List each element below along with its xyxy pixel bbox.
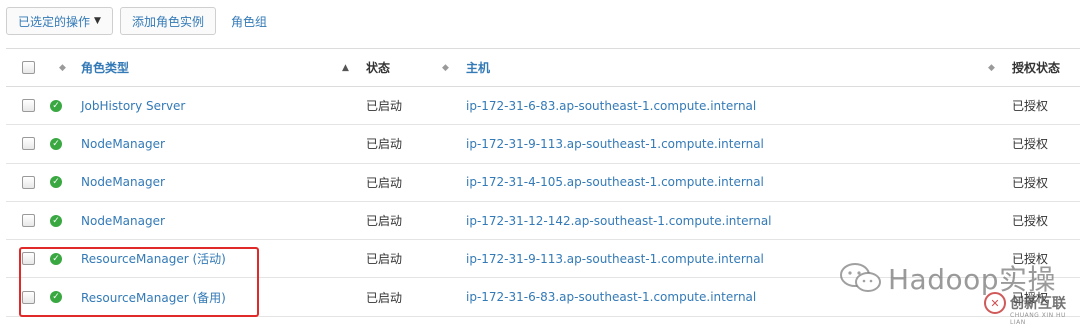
auth-status: 已授权 [1012, 175, 1049, 190]
host-link[interactable]: ip-172-31-9-113.ap-southeast-1.compute.i… [466, 252, 764, 266]
role-status: 已启动 [366, 252, 403, 267]
auth-status: 已授权 [1012, 137, 1049, 152]
host-link[interactable]: ip-172-31-6-83.ap-southeast-1.compute.in… [466, 290, 756, 304]
check-circle-icon: ✓ [50, 252, 62, 265]
role-link[interactable]: NodeManager [81, 214, 165, 228]
header-status[interactable]: 状态 [366, 59, 390, 76]
row-checkbox[interactable] [22, 99, 35, 113]
brand-watermark: ✕ 创新互联 [984, 292, 1066, 314]
check-circle-icon: ✓ [50, 99, 62, 112]
role-link[interactable]: ResourceManager (备用) [81, 289, 226, 306]
host-link[interactable]: ip-172-31-4-105.ap-southeast-1.compute.i… [466, 175, 764, 189]
row-checkbox[interactable] [22, 214, 35, 228]
role-link[interactable]: NodeManager [81, 137, 165, 151]
wechat-icon [840, 263, 881, 292]
host-link[interactable]: ip-172-31-9-113.ap-southeast-1.compute.i… [466, 137, 764, 151]
sort-icon[interactable]: ◆ [988, 63, 995, 73]
sort-asc-icon[interactable]: ▲ [342, 63, 349, 73]
brand-subtitle: CHUANG XIN HU LIAN [1010, 312, 1066, 326]
check-circle-icon: ✓ [50, 176, 62, 189]
row-checkbox[interactable] [22, 290, 35, 304]
add-role-instance-button[interactable]: 添加角色实例 [119, 7, 216, 35]
brand-name: 创新互联 [1010, 296, 1066, 312]
select-all-checkbox[interactable] [22, 61, 35, 74]
table-row: ✓ NodeManager 已启动 ip-172-31-12-142.ap-so… [6, 202, 1080, 241]
check-circle-icon: ✓ [50, 291, 62, 304]
host-link[interactable]: ip-172-31-6-83.ap-southeast-1.compute.in… [466, 99, 756, 113]
table-header: ◆ 角色类型 ▲ 状态 ◆ 主机 ◆ 授权状态 [6, 49, 1080, 87]
auth-status: 已授权 [1012, 214, 1049, 229]
table-row: ✓ NodeManager 已启动 ip-172-31-9-113.ap-sou… [6, 125, 1080, 164]
header-host[interactable]: 主机 [466, 59, 490, 76]
role-status: 已启动 [366, 214, 403, 229]
role-status: 已启动 [366, 137, 403, 152]
caret-down-icon: ▼ [94, 16, 101, 26]
table-row: ✓ NodeManager 已启动 ip-172-31-4-105.ap-sou… [6, 164, 1080, 202]
row-checkbox[interactable] [22, 252, 35, 266]
role-link[interactable]: ResourceManager (活动) [81, 250, 226, 267]
selected-actions-dropdown[interactable]: 已选定的操作 ▼ [6, 7, 113, 35]
auth-status: 已授权 [1012, 99, 1049, 114]
sort-icon[interactable]: ◆ [442, 63, 449, 73]
toolbar: 已选定的操作 ▼ 添加角色实例 角色组 [6, 6, 275, 36]
role-groups-link[interactable]: 角色组 [223, 13, 275, 30]
host-link[interactable]: ip-172-31-12-142.ap-southeast-1.compute.… [466, 214, 772, 228]
role-link[interactable]: JobHistory Server [81, 99, 185, 113]
check-circle-icon: ✓ [50, 214, 62, 227]
header-role-type[interactable]: 角色类型 [81, 59, 129, 76]
role-link[interactable]: NodeManager [81, 175, 165, 189]
sort-icon[interactable]: ◆ [59, 63, 66, 73]
check-circle-icon: ✓ [50, 137, 62, 150]
table-row: ✓ JobHistory Server 已启动 ip-172-31-6-83.a… [6, 87, 1080, 126]
selected-actions-label: 已选定的操作 [18, 14, 91, 29]
role-status: 已启动 [366, 290, 403, 305]
role-status: 已启动 [366, 99, 403, 114]
row-checkbox[interactable] [22, 137, 35, 151]
role-status: 已启动 [366, 175, 403, 190]
header-auth-status[interactable]: 授权状态 [1012, 59, 1060, 76]
brand-logo-icon: ✕ [984, 292, 1006, 314]
row-checkbox[interactable] [22, 175, 35, 189]
